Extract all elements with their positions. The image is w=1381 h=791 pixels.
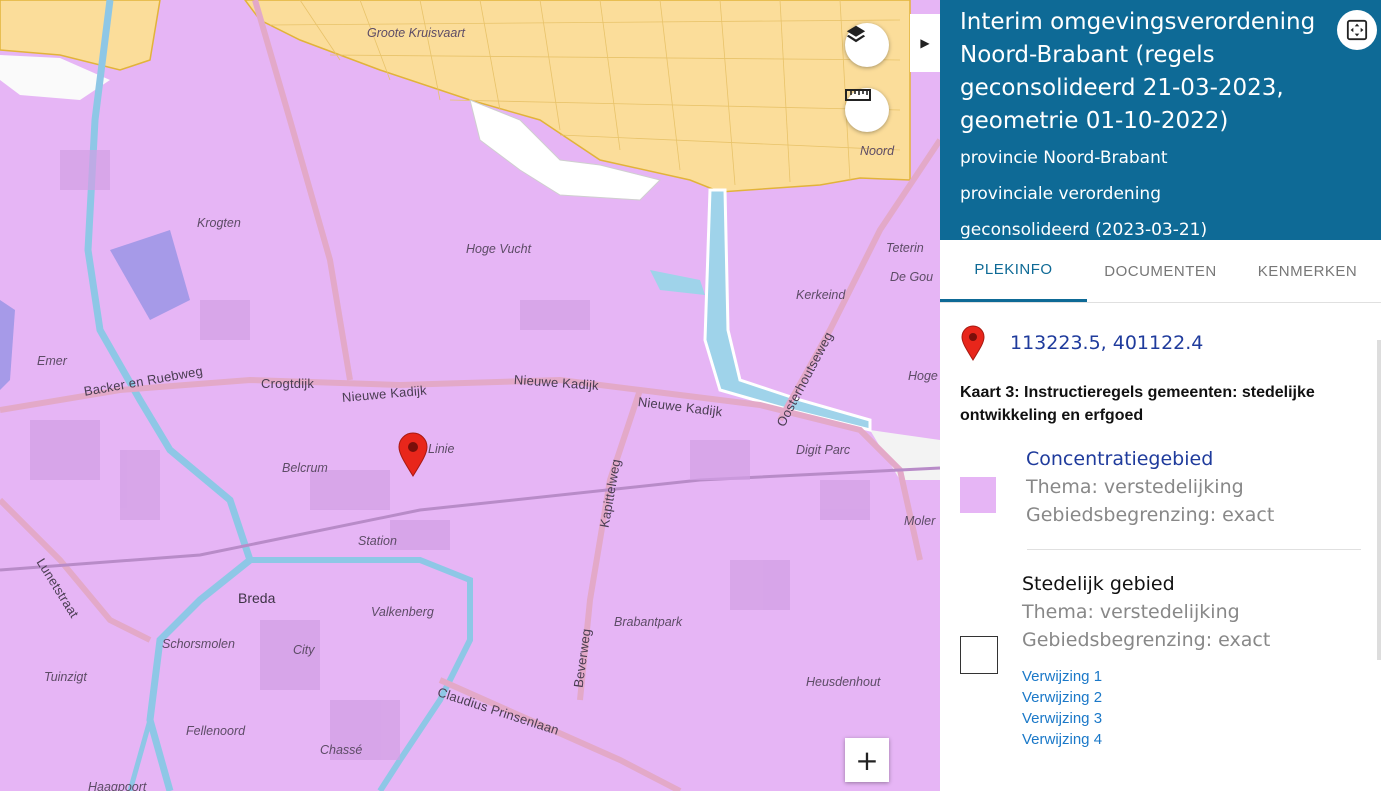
place-label: Teterin bbox=[886, 241, 924, 255]
legend-thema: Thema: verstedelijking bbox=[1026, 476, 1244, 498]
place-label: City bbox=[293, 643, 315, 657]
place-label: Valkenberg bbox=[371, 605, 434, 619]
layers-icon bbox=[846, 25, 866, 43]
divider bbox=[1027, 549, 1361, 550]
coordinates-value: 113223.5, 401122.4 bbox=[1010, 332, 1204, 354]
layers-button[interactable] bbox=[845, 23, 889, 67]
coordinate-row: 113223.5, 401122.4 bbox=[960, 313, 1361, 373]
fullscreen-icon bbox=[1346, 19, 1368, 41]
legend-thema: Thema: verstedelijking bbox=[1022, 601, 1240, 623]
legend-swatch bbox=[960, 636, 998, 674]
fullscreen-button[interactable] bbox=[1337, 10, 1377, 50]
place-label: Belcrum bbox=[282, 461, 328, 475]
map-canvas[interactable]: Groote Kruisvaart Noord Krogten Hoge Vuc… bbox=[0, 0, 940, 791]
place-label: Haagpoort bbox=[88, 780, 147, 791]
measure-button[interactable] bbox=[845, 88, 889, 132]
place-label: Krogten bbox=[197, 216, 241, 230]
chevron-right-icon: ▶ bbox=[920, 36, 930, 50]
place-label: Breda bbox=[238, 590, 276, 606]
info-panel: Interim omgevingsverordening Noord-Braba… bbox=[940, 0, 1381, 791]
panel-title: Interim omgevingsverordening Noord-Braba… bbox=[960, 9, 1316, 134]
place-label: Digit Parc bbox=[796, 443, 851, 457]
collapse-panel-button[interactable]: ▶ bbox=[910, 14, 940, 72]
place-label: Tuinzigt bbox=[44, 670, 87, 684]
place-label: Schorsmolen bbox=[162, 637, 235, 651]
reference-link[interactable]: Verwijzing 3 bbox=[1022, 708, 1270, 729]
place-label: Noord bbox=[860, 144, 895, 158]
legend-title: Stedelijk gebied bbox=[1022, 573, 1175, 595]
tab-documenten[interactable]: DOCUMENTEN bbox=[1087, 240, 1234, 302]
place-label: Chassé bbox=[320, 743, 363, 757]
panel-tabs: PLEKINFO DOCUMENTEN KENMERKEN bbox=[940, 240, 1381, 303]
reference-link[interactable]: Verwijzing 2 bbox=[1022, 687, 1270, 708]
legend-begrenzing: Gebiedsbegrenzing: exact bbox=[1026, 504, 1275, 526]
place-label: Hoge Vucht bbox=[466, 242, 532, 256]
place-label: Brabantpark bbox=[614, 615, 683, 629]
reference-link[interactable]: Verwijzing 4 bbox=[1022, 729, 1270, 750]
subtitle-line: provincie Noord-Brabant bbox=[960, 148, 1168, 168]
legend-title-link[interactable]: Concentratiegebied bbox=[1026, 445, 1274, 473]
panel-header: Interim omgevingsverordening Noord-Braba… bbox=[940, 0, 1381, 240]
legend-text: Stedelijk gebied Thema: verstedelijking … bbox=[1022, 570, 1270, 750]
tab-kenmerken[interactable]: KENMERKEN bbox=[1234, 240, 1381, 302]
place-label: Moler bbox=[904, 514, 936, 528]
place-label: Linie bbox=[428, 442, 455, 456]
ruler-icon bbox=[845, 89, 871, 101]
subtitle-line: provinciale verordening bbox=[960, 184, 1161, 204]
place-label: Station bbox=[358, 534, 397, 548]
tab-plekinfo[interactable]: PLEKINFO bbox=[940, 240, 1087, 302]
panel-scrollbar[interactable] bbox=[1377, 340, 1381, 660]
place-label: Emer bbox=[37, 354, 67, 368]
legend-entry-concentratiegebied: Concentratiegebied Thema: verstedelijkin… bbox=[960, 445, 1361, 529]
legend-begrenzing: Gebiedsbegrenzing: exact bbox=[1022, 629, 1271, 651]
place-label: Heusdenhout bbox=[806, 675, 881, 689]
road-label: Crogtdijk bbox=[261, 376, 315, 391]
plekinfo-content: 113223.5, 401122.4 Kaart 3: Instructiere… bbox=[940, 313, 1381, 750]
reference-link[interactable]: Verwijzing 1 bbox=[1022, 666, 1270, 687]
legend-swatch bbox=[960, 477, 996, 513]
place-label: Groote Kruisvaart bbox=[367, 26, 465, 40]
legend-text: Concentratiegebied Thema: verstedelijkin… bbox=[1026, 445, 1274, 529]
place-label: Hoge bbox=[908, 369, 938, 383]
place-label: Fellenoord bbox=[186, 724, 246, 738]
legend-entry-stedelijk-gebied: Stedelijk gebied Thema: verstedelijking … bbox=[960, 570, 1361, 750]
reference-list: Verwijzing 1 Verwijzing 2 Verwijzing 3 V… bbox=[1022, 666, 1270, 750]
zoom-in-button[interactable]: + bbox=[845, 738, 889, 782]
map-pin-icon bbox=[961, 325, 985, 361]
place-label: De Gou bbox=[890, 270, 934, 284]
panel-subtitle: provincie Noord-Brabant provinciale vero… bbox=[960, 140, 1361, 248]
place-label: Kerkeind bbox=[796, 288, 846, 302]
map-layer-title: Kaart 3: Instructieregels gemeenten: ste… bbox=[960, 384, 1315, 424]
